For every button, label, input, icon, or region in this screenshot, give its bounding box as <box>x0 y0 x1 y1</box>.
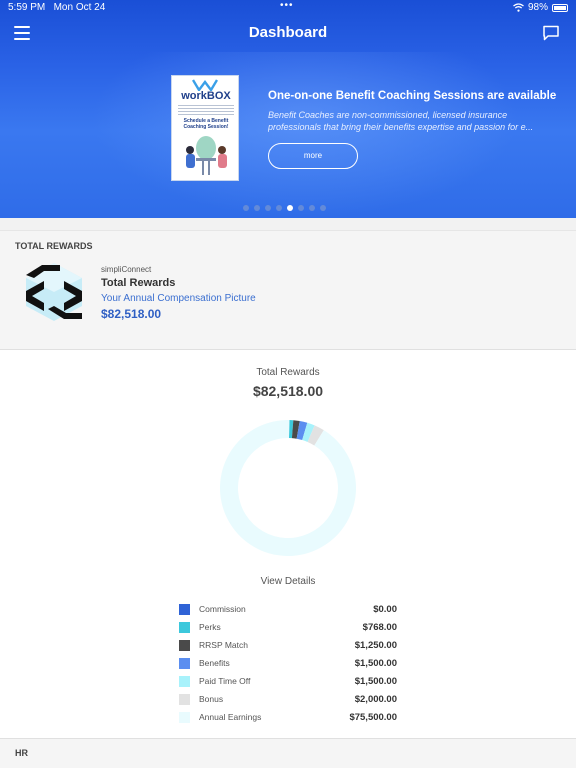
banner-glow <box>90 52 520 218</box>
hr-section[interactable]: HR <box>0 738 576 768</box>
legend-swatch <box>179 640 190 651</box>
more-button[interactable]: more <box>268 143 358 169</box>
banner-title: One-on-one Benefit Coaching Sessions are… <box>268 90 557 102</box>
legend-value: $1,500.00 <box>354 658 397 669</box>
legend-label: Paid Time Off <box>199 676 251 686</box>
poster-brand: workBOX <box>181 90 231 102</box>
legend-label: Benefits <box>199 658 230 668</box>
status-indicators: 98% <box>513 2 568 13</box>
legend-item-benefits: Benefits $1,500.00 <box>179 657 397 675</box>
section-title-total-rewards: TOTAL REWARDS <box>15 241 93 251</box>
chart-total: $82,518.00 <box>252 383 324 399</box>
promo-poster-image[interactable]: workBOX Schedule a Benefit Coaching Sess… <box>171 75 239 181</box>
carousel-dot[interactable] <box>265 205 271 211</box>
legend-swatch <box>179 658 190 669</box>
legend-value: $1,250.00 <box>354 640 397 651</box>
app-provider: simpliConnect <box>101 265 152 274</box>
legend-label: Bonus <box>199 694 224 704</box>
view-details-link[interactable]: View Details <box>0 576 576 587</box>
battery-icon <box>552 3 568 12</box>
legend-value: $2,000.00 <box>354 694 397 705</box>
legend-value: $768.00 <box>362 622 397 633</box>
poster-subtitle: Schedule a Benefit Coaching Session! <box>183 118 229 130</box>
banner-description: Benefit Coaches are non-commissioned, li… <box>268 110 534 132</box>
wifi-icon <box>513 3 524 12</box>
battery-percent: 98% <box>527 2 548 13</box>
app-description[interactable]: Your Annual Compensation Picture <box>101 293 256 304</box>
simpliconnect-logo-icon[interactable] <box>22 261 86 323</box>
chart-legend: Commission $0.00 Perks $768.00 RRSP Match $1,… <box>179 603 397 729</box>
legend-label: Annual Earnings <box>199 712 262 722</box>
page-title: Dashboard <box>248 24 328 41</box>
legend-label: Perks <box>199 622 221 632</box>
donut-slice-annual-earnings[interactable] <box>220 420 356 556</box>
status-time: 5:59 PM Mon Oct 24 <box>8 2 106 13</box>
navigation-bar: Dashboard <box>0 16 576 52</box>
app-amount: $82,518.00 <box>101 307 162 321</box>
legend-item-rrsp-match: RRSP Match $1,250.00 <box>179 639 397 657</box>
legend-label: RRSP Match <box>199 640 248 650</box>
legend-swatch <box>179 676 190 687</box>
carousel-dot[interactable] <box>298 205 304 211</box>
legend-value: $75,500.00 <box>349 712 397 723</box>
carousel-page-indicator[interactable] <box>243 205 326 211</box>
legend-item-commission: Commission $0.00 <box>179 603 397 621</box>
header-area: 5:59 PM Mon Oct 24 ••• 98% Dashboard wor… <box>0 0 576 218</box>
legend-value: $0.00 <box>373 604 397 615</box>
carousel-dot[interactable] <box>243 205 249 211</box>
legend-item-perks: Perks $768.00 <box>179 621 397 639</box>
carousel-dot[interactable] <box>320 205 326 211</box>
legend-item-paid-time-off: Paid Time Off $1,500.00 <box>179 675 397 693</box>
carousel-dot[interactable] <box>287 205 293 211</box>
legend-swatch <box>179 712 190 723</box>
promo-carousel[interactable]: workBOX Schedule a Benefit Coaching Sess… <box>0 52 576 218</box>
carousel-dot[interactable] <box>309 205 315 211</box>
legend-swatch <box>179 622 190 633</box>
section-title-hr: HR <box>15 748 28 758</box>
multitasking-dots-icon[interactable]: ••• <box>280 0 294 11</box>
legend-value: $1,500.00 <box>354 676 397 687</box>
legend-swatch <box>179 694 190 705</box>
poster-fine-print <box>178 105 234 115</box>
app-name: Total Rewards <box>101 277 176 289</box>
chat-bubble-icon[interactable] <box>542 25 560 41</box>
total-rewards-section[interactable]: TOTAL REWARDS simpliConnect Total Reward… <box>0 230 576 350</box>
status-bar: 5:59 PM Mon Oct 24 ••• 98% <box>0 0 576 16</box>
legend-swatch <box>179 604 190 615</box>
carousel-dot[interactable] <box>276 205 282 211</box>
legend-label: Commission <box>199 604 246 614</box>
coaching-illustration <box>186 136 227 175</box>
legend-item-bonus: Bonus $2,000.00 <box>179 693 397 711</box>
chart-label: Total Rewards <box>256 367 320 378</box>
total-rewards-chart-panel: Total Rewards $82,518.00 View Details Co… <box>0 350 576 738</box>
section-divider <box>0 218 576 230</box>
legend-item-annual-earnings: Annual Earnings $75,500.00 <box>179 711 397 729</box>
rewards-donut-chart[interactable] <box>218 418 358 558</box>
carousel-dot[interactable] <box>254 205 260 211</box>
